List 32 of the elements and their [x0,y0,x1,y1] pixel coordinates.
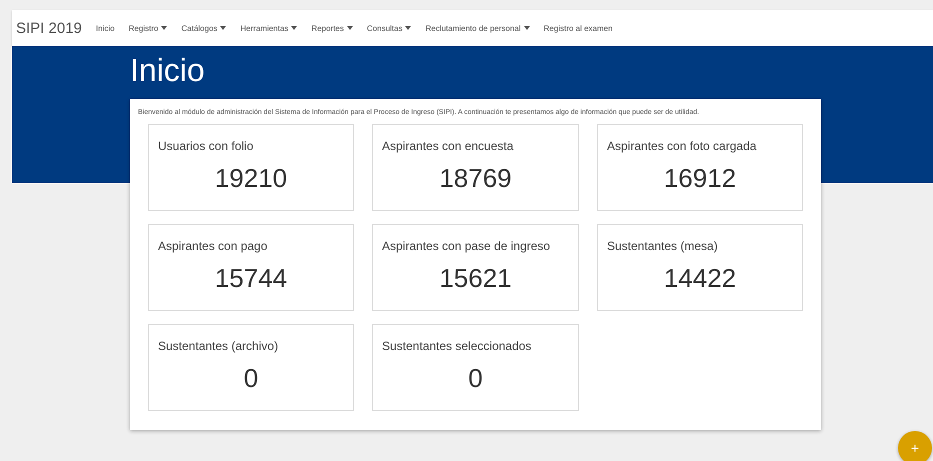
stat-value: 0 [242,363,260,394]
caret-icon [291,26,298,30]
nav-link[interactable]: Inicio [96,24,115,32]
nav-link[interactable]: Reportes [311,24,353,32]
stat-value: 14422 [662,263,738,294]
caret-icon [161,26,168,30]
stat-value: 15744 [214,263,288,294]
stat-value: 18769 [438,163,513,194]
page-title: Inicio [130,51,205,90]
stat-label: Aspirantes con encuesta [382,139,514,153]
stat-value: 16912 [662,163,738,194]
nav-link[interactable]: Catálogos [181,24,226,32]
nav-link[interactable]: Consultas [366,24,412,32]
stat-label: Sustentantes (archivo) [158,339,280,353]
stat-label: Sustentantes seleccionados [382,339,532,353]
stat-value: 15621 [438,263,513,294]
stat-label: Aspirantes con pago [158,239,268,253]
nav-link[interactable]: Registro [128,24,168,32]
stat-label: Sustentantes (mesa) [607,239,719,253]
stat-label: Aspirantes con foto cargada [607,139,758,153]
stat-label: Usuarios con folio [158,139,254,153]
caret-icon [220,26,226,30]
nav-link[interactable]: Reclutamiento de personal [425,24,530,32]
nav-link[interactable]: Registro al examen [544,24,613,32]
stat-value: 0 [467,363,484,394]
brand-title[interactable]: SIPI 2019 [16,20,82,36]
stat-label: Aspirantes con pase de ingreso [382,239,552,253]
caret-icon [346,26,353,30]
caret-icon [405,26,412,30]
stat-value: 19210 [214,163,288,194]
caret-icon [524,26,530,30]
nav-link[interactable]: Herramientas [240,24,298,32]
